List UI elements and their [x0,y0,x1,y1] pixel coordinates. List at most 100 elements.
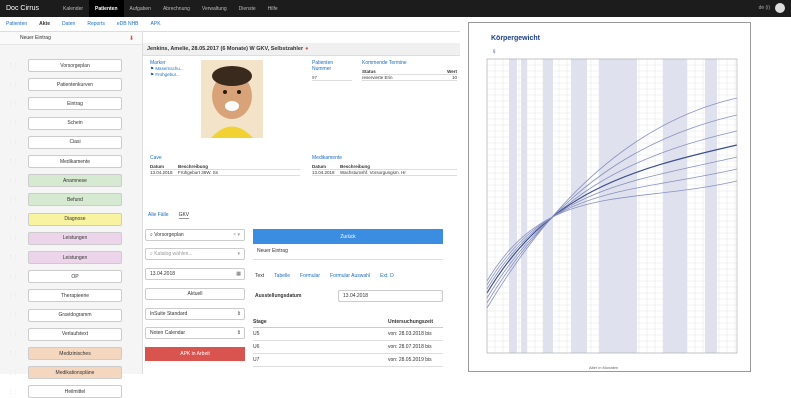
drag-handle-icon[interactable]: ⋮⋮ [8,59,18,72]
drag-handle-icon[interactable]: ⋮⋮ [8,136,18,149]
subnav-item[interactable]: Patienten [0,21,33,27]
growth-chart [486,58,738,354]
sidebar-category-button[interactable]: Gravidogramm [28,308,122,322]
age-band [521,59,527,353]
col-description: Beschreibung [340,164,371,169]
drag-handle-icon[interactable]: ⋮⋮ [8,117,18,130]
menu-item[interactable]: Patienten [89,0,124,17]
calendar-icon[interactable]: ▦ [236,271,241,277]
drag-handle-icon[interactable]: ⋮⋮ [8,97,18,110]
cave-date: 13.04.2018 [150,170,173,175]
user-avatar[interactable] [775,3,785,13]
entry-subtab[interactable]: Text [255,273,264,279]
top-right: de (i) [759,3,785,13]
drag-handle-icon[interactable]: ⋮⋮ [8,270,18,283]
top-navbar: Doc Cirrus Kalender Patienten Aufgaben Abre… [0,0,791,17]
tab-all-cases[interactable]: Alle Fälle [148,212,169,219]
table-row[interactable]: U6 von: 28.07.2018 bis [253,341,443,354]
drag-handle-icon[interactable]: ⋮⋮ [8,347,18,360]
table-row[interactable]: U7 von: 28.05.2019 bis [253,354,443,367]
drag-handle-icon[interactable]: ⋮⋮ [8,78,18,91]
brand-logo[interactable]: Doc Cirrus [0,5,57,12]
sidebar-category-button[interactable]: Heilmittel [28,385,122,398]
new-entry-header[interactable]: Neuer Eintrag ⬇ [0,32,142,45]
growth-chart-panel: Körpergewicht ♀ Alter in Monaten [468,22,751,372]
x-axis-label: Alter in Monaten [589,365,619,370]
sidebar-category-button[interactable]: Eintrag [28,97,122,111]
sidebar-category-button[interactable]: Leistungen [28,231,122,245]
drag-handle-icon[interactable]: ⋮⋮ [8,174,18,187]
drag-handle-icon[interactable]: ⋮⋮ [8,232,18,245]
entry-subtab[interactable]: Formular [300,273,320,279]
subnav-item[interactable]: Reports [81,21,111,27]
drag-handle-icon[interactable]: ⋮⋮ [8,385,18,398]
drag-handle-icon[interactable]: ⋮⋮ [8,213,18,226]
drag-handle-icon[interactable]: ⋮⋮ [8,366,18,379]
subnav-item[interactable]: Daten [56,21,81,27]
col-exam-time: Untersuchungszeit [388,319,434,325]
entry-subtab[interactable]: Formular Auswahl [330,273,370,279]
sidebar-category-button[interactable]: Vorsorgeplan [28,59,122,72]
female-icon: ♀ [491,47,497,56]
schein-select[interactable]: InSuite Standard ⇕ [145,308,245,320]
medications-section: Medikamente Datum Beschreibung 13.04.201… [312,155,457,176]
table-row[interactable]: U5 von: 28.03.2018 bis [253,328,443,341]
exam-time-cell: von: 28.03.2018 bis [388,331,432,337]
sidebar-category-button[interactable]: Diagnose [28,212,122,226]
drag-handle-icon[interactable]: ⋮⋮ [8,251,18,264]
issue-date-label: Ausstellungsdatum [255,293,302,299]
date-field[interactable]: 13.04.2018 ▦ [145,268,245,280]
patient-number-label: Patienten Nummer [312,60,334,72]
back-button[interactable]: Zurück [253,229,443,244]
aktuell-button[interactable]: Aktuell [145,288,245,300]
sidebar-category-button[interactable]: OP [28,270,122,284]
tag-icon[interactable]: ● [305,46,308,52]
tab-gkv[interactable]: GKV [178,212,190,219]
marker-item[interactable]: ⚑ Frühgebur... [150,72,198,78]
stage-cell: U5 [253,331,260,337]
language-selector[interactable]: de (i) [759,5,770,11]
drag-handle-icon[interactable]: ⋮⋮ [8,155,18,168]
katalog-select[interactable]: ⌕ Katalog wählen... ▾ [145,248,245,260]
search-icon: ⌕ [150,251,153,257]
sidebar-category-button[interactable]: Therapieerie [28,289,122,303]
sidebar-category-button[interactable]: Medizinisches [28,347,122,360]
entry-subtab[interactable]: Ext. D [380,273,394,279]
subnav-item[interactable]: APK [145,21,167,27]
issue-date-field[interactable]: 13.04.2018 [338,290,443,302]
menu-item[interactable]: Aufgaben [124,0,157,17]
cave-label: Cave [150,155,162,161]
sidebar-category-button[interactable]: Medikamente [28,155,122,168]
arrow-down-icon[interactable]: ⬇ [129,35,134,42]
vorsorge-select[interactable]: ⌕ Vorsorgeplan × ▾ [145,229,245,241]
menu-item[interactable]: Abrechnung [157,0,196,17]
menu-item[interactable]: Dienste [233,0,262,17]
drag-handle-icon[interactable]: ⋮⋮ [8,193,18,206]
sidebar-category-button[interactable]: Ciasi [28,135,122,149]
menu-item[interactable]: Hilfe [262,0,284,17]
calendar-select[interactable]: Noten Calendar ⇕ [145,327,245,339]
col-date: Datum [150,164,165,169]
subnav-item[interactable]: eDB NHB [111,21,145,27]
sidebar-category-button[interactable]: Verlaufstext [28,327,122,341]
sidebar-category-button[interactable]: Befund [28,193,122,207]
col-description: Beschreibung [178,164,209,169]
patient-number-value: 97 [312,75,352,81]
menu-item[interactable]: Kalender [57,0,89,17]
subnav-item[interactable]: Akte [33,21,56,27]
patient-header: Jenkins, Amelie, 28.05.2017 (6 Monate) W… [143,43,460,56]
entry-subtab[interactable]: Tabelle [274,273,290,279]
sidebar-category-button[interactable]: Medikationspläne [28,366,122,380]
drag-handle-icon[interactable]: ⋮⋮ [8,289,18,302]
sidebar-category-button[interactable]: Patientenkurven [28,78,122,92]
search-icon: ⌕ [150,232,153,238]
apk-in-progress-button[interactable]: APK in Arbeit [145,347,245,361]
menu-item[interactable]: Verwaltung [196,0,233,17]
sidebar-category-button[interactable]: Leistungen [28,251,122,264]
entry-subtabs: Text Tabelle Formular Formular Auswahl Ext. … [255,273,394,279]
sidebar-category-button[interactable]: Anamnese [28,174,122,188]
sidebar-category-button[interactable]: Schein [28,116,122,130]
med-description: Wachstumshf. Vorsorgungsm. Hr [340,170,406,175]
drag-handle-icon[interactable]: ⋮⋮ [8,328,18,341]
drag-handle-icon[interactable]: ⋮⋮ [8,309,18,322]
